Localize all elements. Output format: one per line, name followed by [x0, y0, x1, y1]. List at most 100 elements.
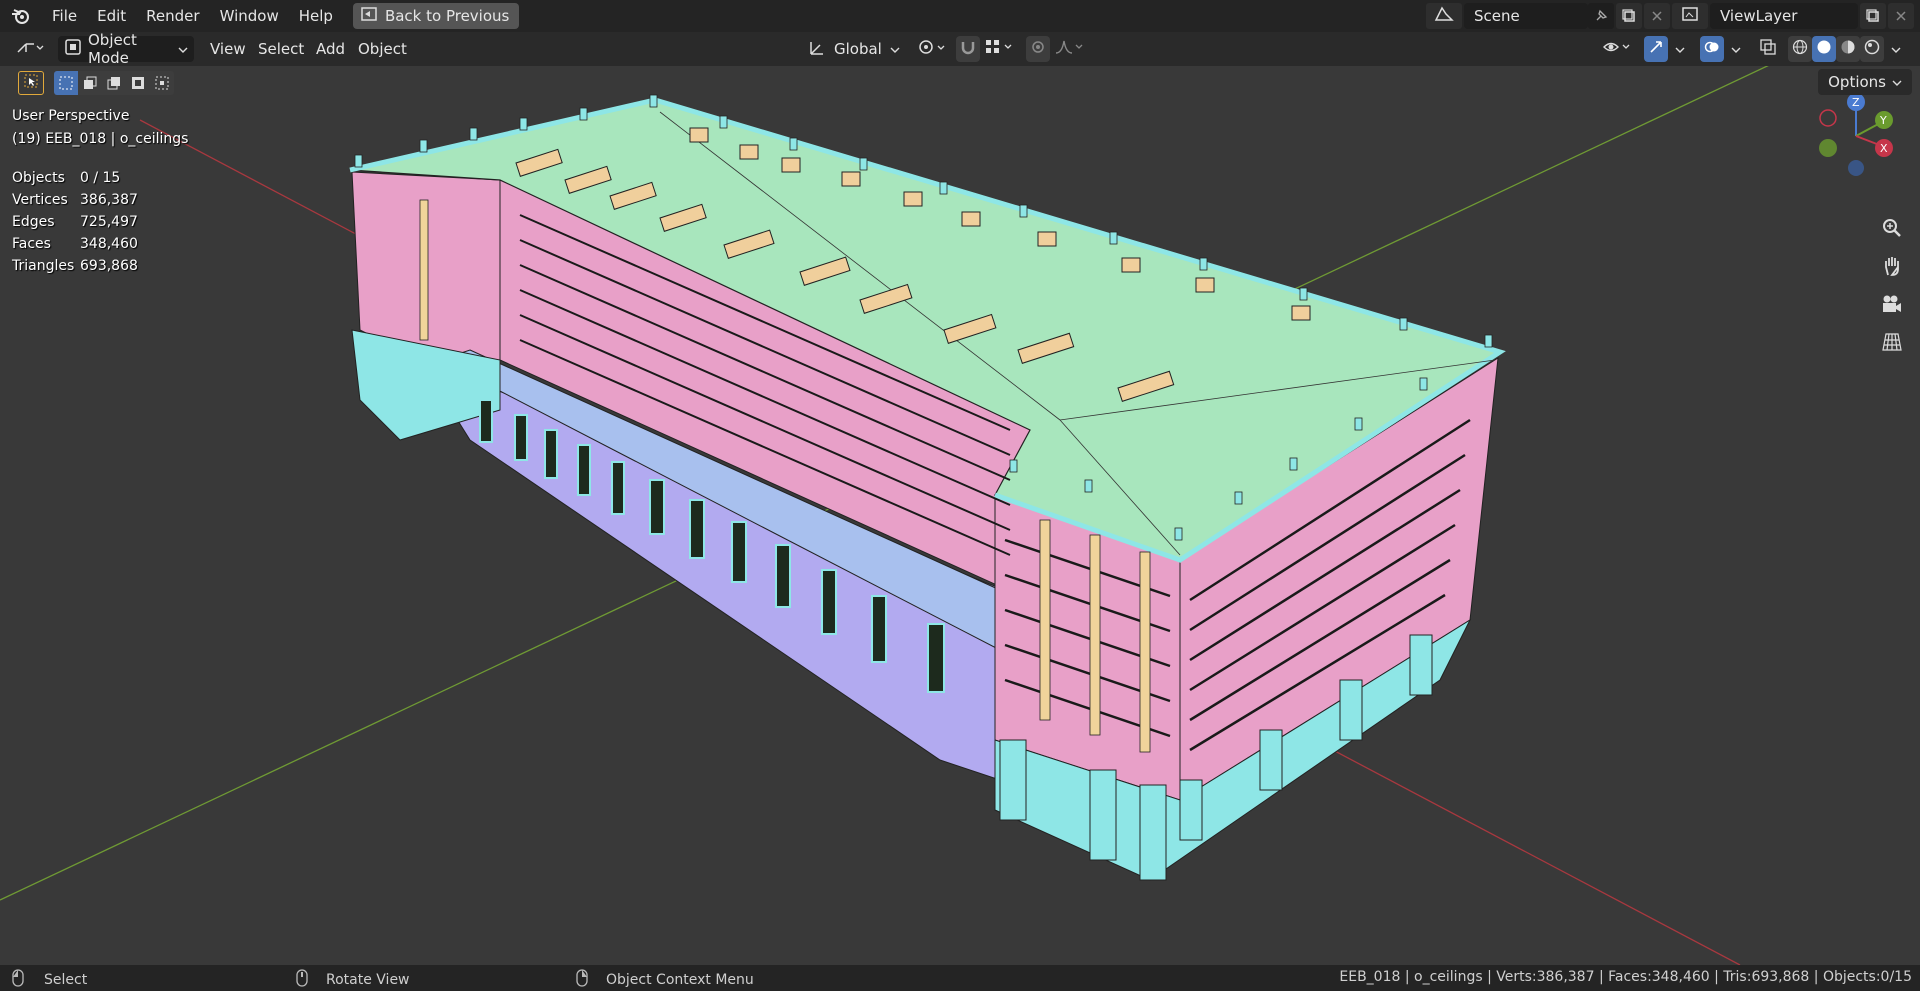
proportional-edit-toggle[interactable]: [1026, 36, 1050, 62]
scene-name-field[interactable]: Scene: [1464, 3, 1588, 29]
snap-toggle[interactable]: [956, 36, 980, 62]
magnet-icon: [960, 39, 976, 59]
pivot-point-dropdown[interactable]: [912, 36, 952, 62]
viewport-scene: [0, 66, 1769, 965]
shading-dropdown[interactable]: [1886, 36, 1906, 62]
xray-toggle[interactable]: [1756, 36, 1780, 62]
mode-label: Object Mode: [88, 31, 137, 67]
select-new-icon[interactable]: [54, 71, 78, 95]
scene-statistics: EEB_018 | o_ceilings | Verts:386,387 | F…: [1339, 969, 1912, 985]
mouse-middle-icon: [296, 969, 308, 991]
navigation-gizmo[interactable]: Z Y X: [1812, 90, 1912, 180]
status-context-label: Object Context Menu: [606, 972, 754, 988]
overlays-dropdown[interactable]: [1726, 36, 1746, 62]
options-dropdown[interactable]: Options: [1818, 69, 1912, 95]
options-label: Options: [1828, 73, 1886, 91]
stat-edges-label: Edges: [12, 214, 55, 230]
blender-logo-icon[interactable]: [0, 0, 42, 32]
view-menu[interactable]: View: [210, 36, 246, 62]
view-layer-browse-button[interactable]: [1672, 3, 1708, 29]
chevron-down-icon: [1731, 40, 1741, 58]
gizmo-icon: [1648, 39, 1664, 59]
gizmo-dropdown[interactable]: [1670, 36, 1690, 62]
menu-render[interactable]: Render: [136, 0, 209, 32]
status-rotate: Rotate View: [296, 969, 410, 991]
solid-sphere-icon: [1816, 39, 1832, 59]
mouse-left-icon: [12, 969, 24, 991]
select-tool-button[interactable]: [18, 71, 44, 95]
chevron-down-icon: [1675, 40, 1685, 58]
stat-edges-value: 725,497: [80, 214, 138, 230]
gizmo-y-label: Y: [1879, 114, 1887, 127]
pin-icon[interactable]: [1588, 3, 1614, 29]
status-rotate-label: Rotate View: [326, 972, 410, 988]
status-select-label: Select: [44, 972, 88, 988]
xray-icon: [1760, 39, 1776, 59]
pivot-icon: [917, 38, 947, 60]
gizmo-toggle[interactable]: [1644, 36, 1668, 62]
3d-viewport[interactable]: User Perspective (19) EEB_018 | o_ceilin…: [0, 66, 1920, 965]
orientation-icon: [808, 38, 826, 60]
menu-help[interactable]: Help: [289, 0, 343, 32]
new-view-layer-button[interactable]: [1860, 3, 1886, 29]
visibility-dropdown[interactable]: [1600, 36, 1636, 62]
back-icon: [361, 7, 377, 25]
transform-orientation-dropdown[interactable]: Global: [804, 36, 900, 62]
perspective-grid-icon[interactable]: [1876, 326, 1908, 358]
editor-type-button[interactable]: [10, 36, 50, 62]
zoom-icon[interactable]: [1876, 212, 1908, 244]
falloff-dropdown[interactable]: [1052, 36, 1088, 62]
status-select: Select: [12, 969, 87, 991]
grid-snap-icon: [985, 39, 1015, 59]
stat-triangles-label: Triangles: [12, 258, 75, 274]
select-subtract-icon[interactable]: [102, 71, 126, 95]
orientation-label: Global: [834, 40, 882, 58]
select-menu[interactable]: Select: [258, 36, 304, 62]
menu-file[interactable]: File: [42, 0, 87, 32]
add-menu[interactable]: Add: [316, 36, 345, 62]
proportional-edit-icon: [1031, 40, 1045, 58]
object-mode-icon: [64, 38, 82, 60]
stat-objects-label: Objects: [12, 170, 65, 186]
stat-faces-label: Faces: [12, 236, 51, 252]
delete-view-layer-button[interactable]: [1888, 3, 1914, 29]
select-invert-icon[interactable]: [126, 71, 150, 95]
menu-edit[interactable]: Edit: [87, 0, 136, 32]
shading-solid-button[interactable]: [1812, 36, 1836, 62]
new-scene-button[interactable]: [1616, 3, 1642, 29]
chevron-down-icon: [1892, 73, 1902, 91]
overlays-toggle[interactable]: [1700, 36, 1724, 62]
view-layer-name-field[interactable]: ViewLayer: [1710, 3, 1858, 29]
perspective-label: User Perspective: [12, 108, 130, 124]
cursor-arrow-icon: [24, 74, 38, 92]
chevron-down-icon: [178, 40, 188, 58]
overlays-icon: [1704, 39, 1720, 59]
wireframe-sphere-icon: [1792, 39, 1808, 59]
view-layer-icon: [1681, 6, 1699, 26]
stat-objects-value: 0 / 15: [80, 170, 121, 186]
status-bar: Select Rotate View Object Context Menu E…: [0, 965, 1920, 991]
object-menu[interactable]: Object: [358, 36, 407, 62]
stat-vertices-value: 386,387: [80, 192, 138, 208]
scene-selector: Scene: [1426, 3, 1670, 29]
mode-dropdown[interactable]: Object Mode: [58, 31, 194, 67]
viewport-header: Object Mode View Select Add Object Globa…: [0, 31, 1920, 67]
camera-icon[interactable]: [1876, 288, 1908, 320]
select-extend-icon[interactable]: [78, 71, 102, 95]
top-menu-bar: File Edit Render Window Help Back to Pre…: [0, 0, 1920, 32]
stat-triangles-value: 693,868: [80, 258, 138, 274]
back-to-previous-label: Back to Previous: [384, 7, 510, 25]
shading-material-button[interactable]: [1836, 36, 1860, 62]
shading-wireframe-button[interactable]: [1788, 36, 1812, 62]
select-intersect-icon[interactable]: [150, 71, 174, 95]
gizmo-x-label: X: [1880, 142, 1888, 155]
back-to-previous-button[interactable]: Back to Previous: [352, 3, 520, 29]
shading-rendered-button[interactable]: [1860, 36, 1884, 62]
view-layer-selector: ViewLayer: [1672, 3, 1914, 29]
delete-scene-button[interactable]: [1644, 3, 1670, 29]
pan-hand-icon[interactable]: [1876, 250, 1908, 282]
snap-target-dropdown[interactable]: [982, 36, 1018, 62]
menu-window[interactable]: Window: [210, 0, 289, 32]
chevron-down-icon: [890, 40, 900, 58]
scene-browse-button[interactable]: [1426, 3, 1462, 29]
